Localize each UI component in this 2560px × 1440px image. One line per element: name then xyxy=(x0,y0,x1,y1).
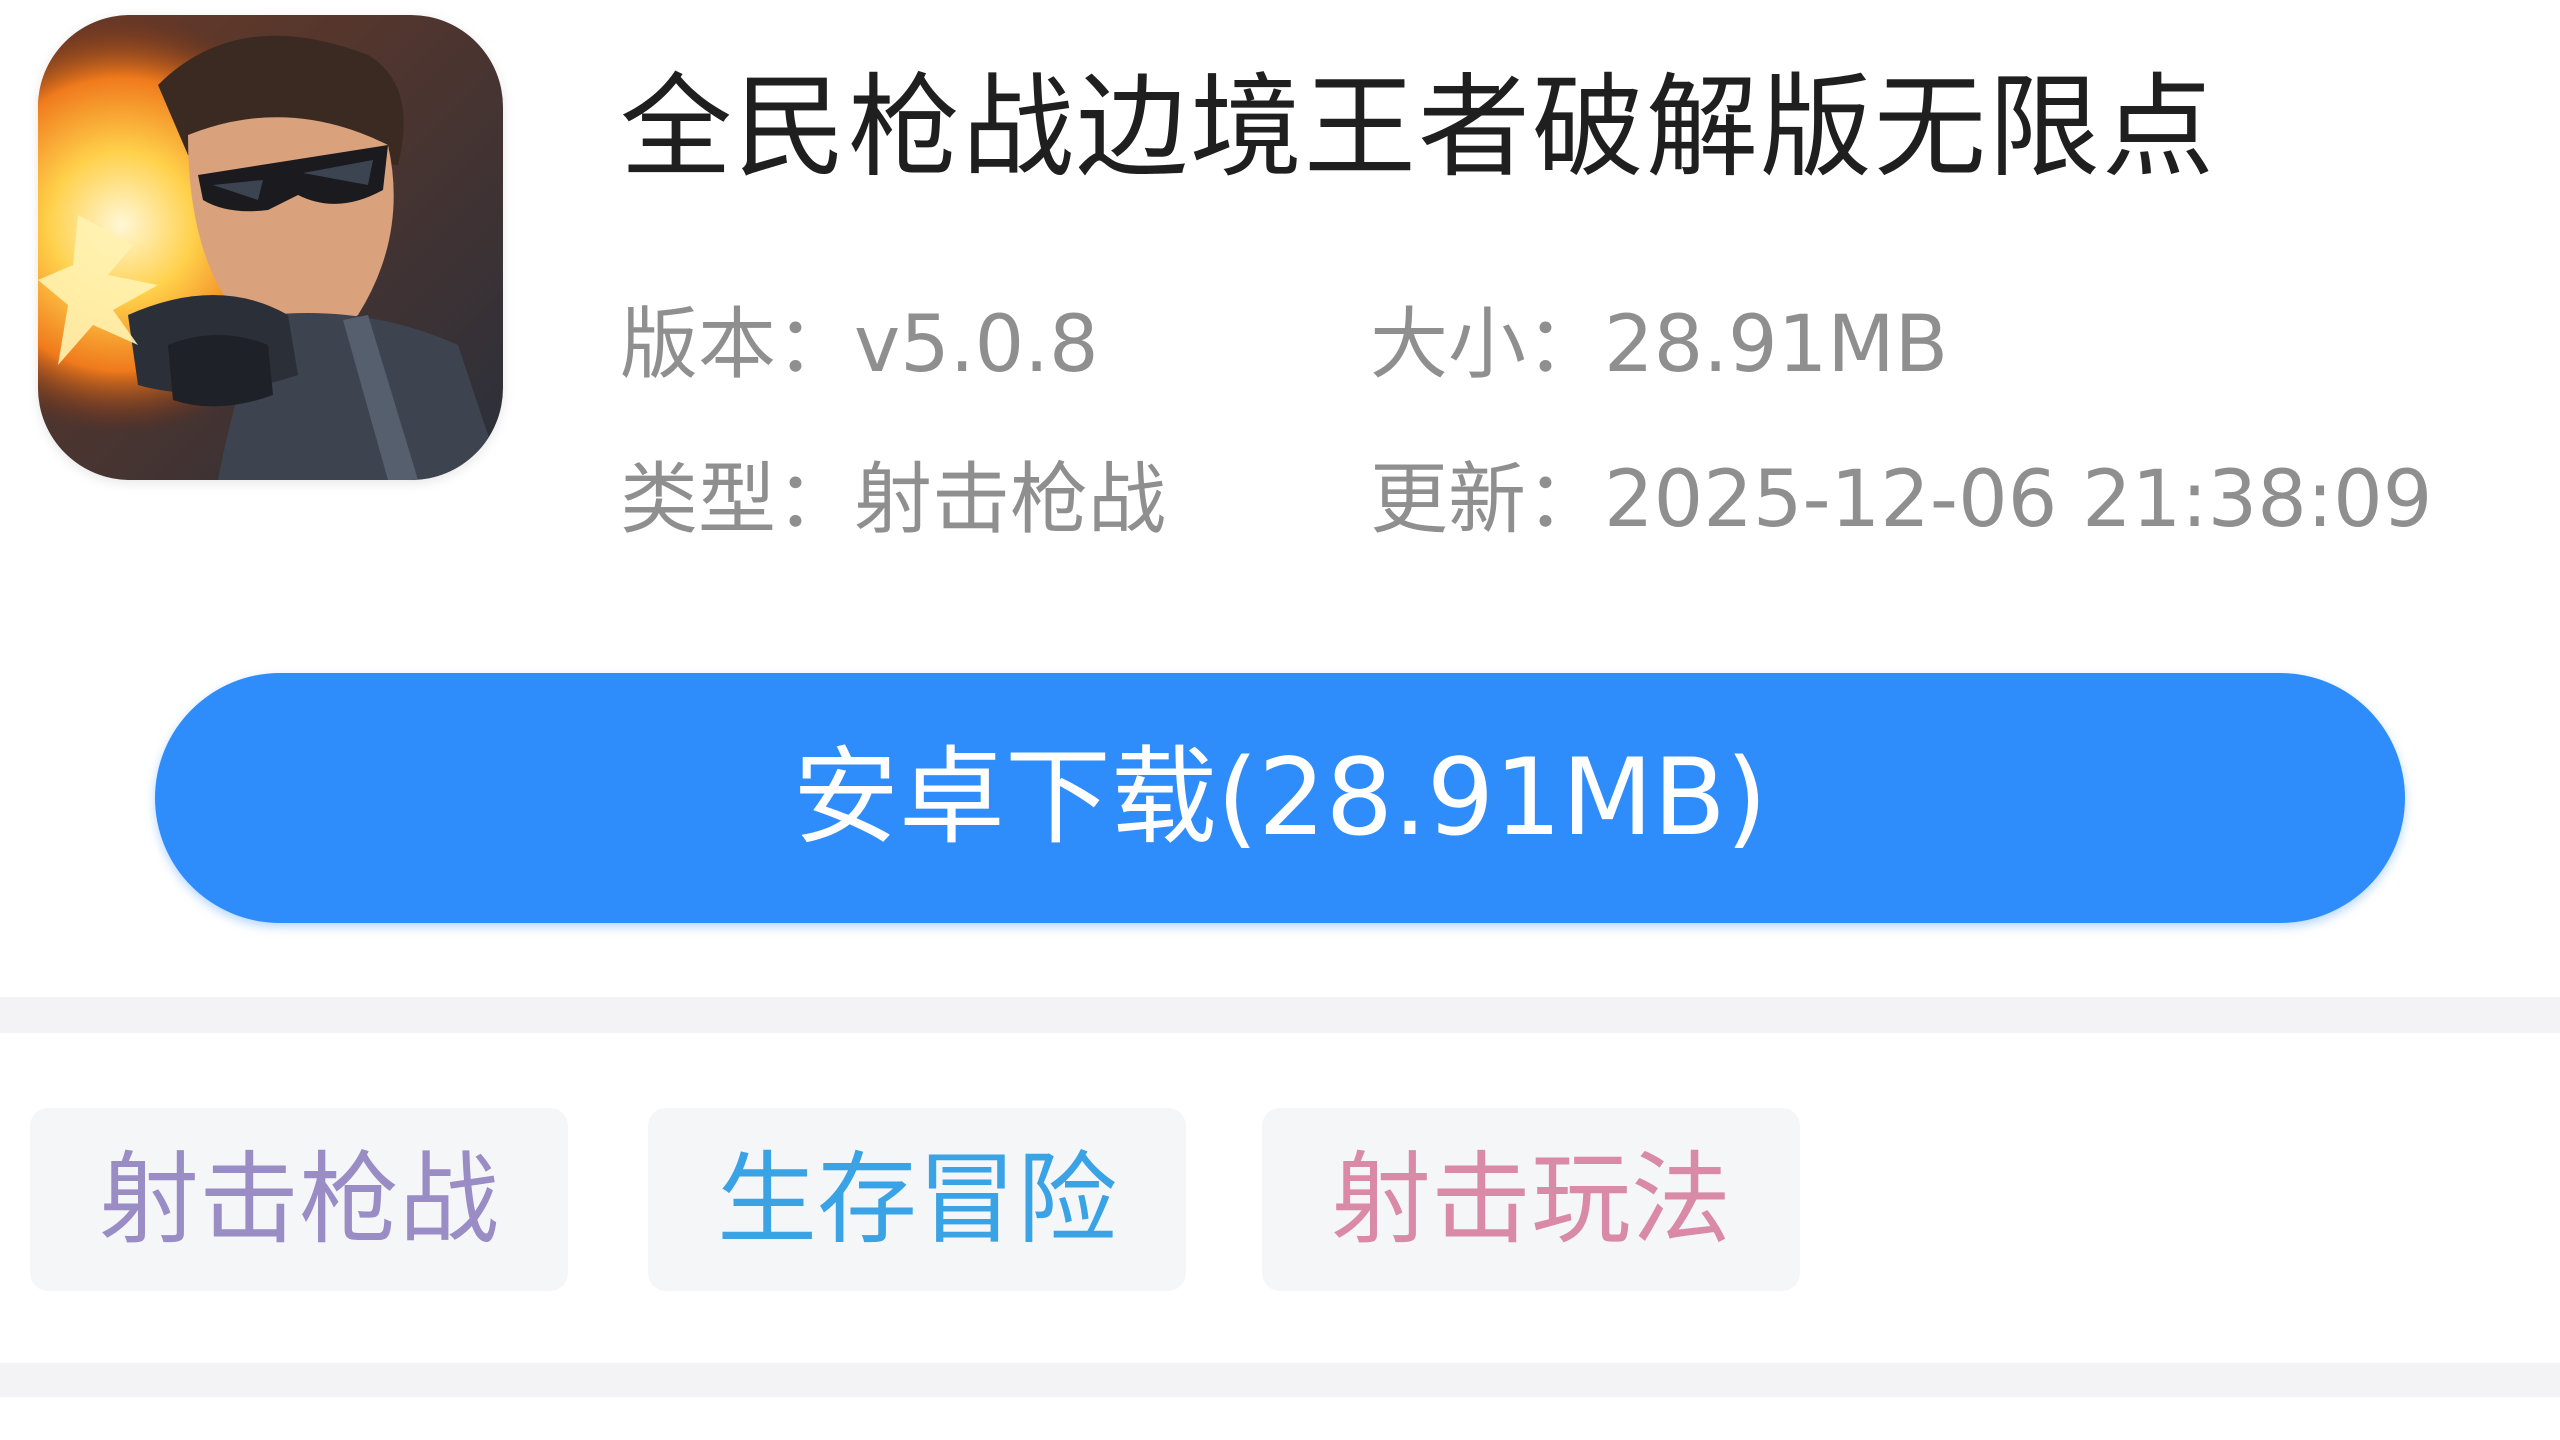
version-info: 版本：v5.0.8 xyxy=(620,300,1099,390)
size-label: 大小： xyxy=(1370,300,1605,390)
tag-shooting-gameplay[interactable]: 射击玩法 xyxy=(1262,1108,1800,1291)
type-info: 类型：射击枪战 xyxy=(620,455,1166,545)
size-value: 28.91MB xyxy=(1604,300,1949,390)
android-download-button[interactable]: 安卓下载(28.91MB) xyxy=(155,673,2405,923)
app-icon[interactable] xyxy=(38,15,503,480)
meta-row-version-size: 版本：v5.0.8 大小：28.91MB xyxy=(620,295,1948,395)
update-info: 更新：2025-12-06 21:38:09 xyxy=(1370,450,2432,550)
version-label: 版本： xyxy=(620,300,855,390)
app-title: 全民枪战边境王者破解版无限点 xyxy=(620,63,2216,193)
update-label: 更新： xyxy=(1370,455,1605,545)
next-section-strip xyxy=(0,1397,2560,1440)
update-value: 2025-12-06 21:38:09 xyxy=(1604,455,2433,545)
tag-survival-adventure[interactable]: 生存冒险 xyxy=(648,1108,1186,1291)
type-label: 类型： xyxy=(620,455,855,545)
app-info-card: 全民枪战边境王者破解版无限点 版本：v5.0.8 大小：28.91MB 类型：射… xyxy=(0,0,2560,997)
tag-shooting-gunfight[interactable]: 射击枪战 xyxy=(30,1108,568,1291)
size-info: 大小：28.91MB xyxy=(1370,295,1948,395)
type-value: 射击枪战 xyxy=(854,455,1167,545)
game-character-icon xyxy=(38,15,503,480)
tags-section: 射击枪战 生存冒险 射击玩法 xyxy=(0,1033,2560,1363)
version-value: v5.0.8 xyxy=(854,300,1099,390)
meta-row-type-update: 类型：射击枪战 更新：2025-12-06 21:38:09 xyxy=(620,450,2432,550)
